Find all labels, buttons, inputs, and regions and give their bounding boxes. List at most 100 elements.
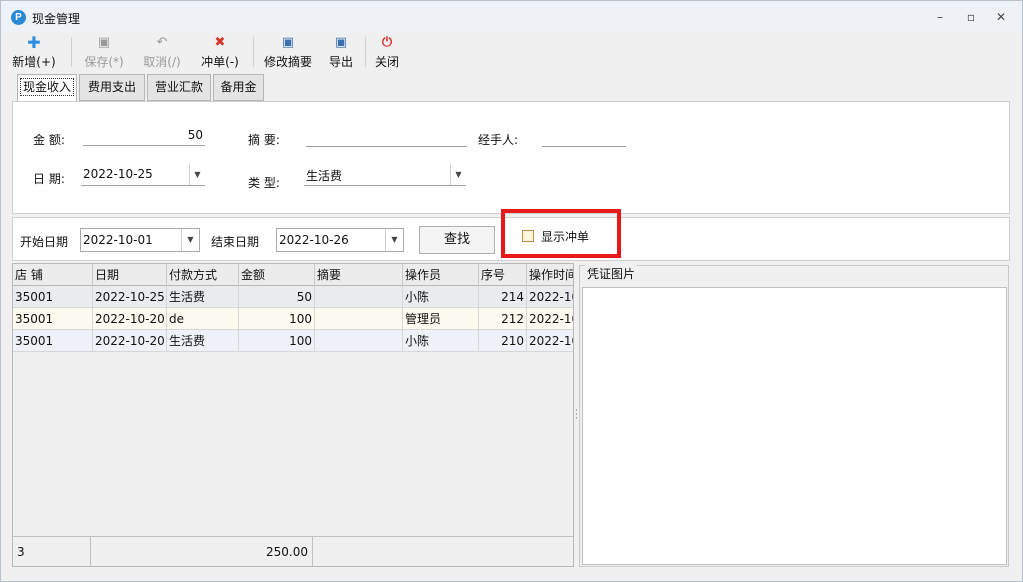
column-header-summary[interactable]: 摘要 <box>315 264 403 286</box>
cell-op-time: 2022-10 <box>527 308 573 330</box>
tab-remittance[interactable]: 营业汇款 <box>147 74 211 101</box>
highlight-box: 显示冲单 <box>501 209 621 258</box>
end-date-value: 2022-10-26 <box>279 233 349 247</box>
amount-field[interactable]: 50 <box>83 128 205 146</box>
voucher-image-area[interactable] <box>582 287 1007 565</box>
tab-label: 营业汇款 <box>154 80 203 94</box>
type-label: 类 型: <box>248 176 280 190</box>
title-bar: P 现金管理 – ▫ ✕ <box>1 1 1022 33</box>
summary-field[interactable] <box>306 129 467 147</box>
end-date-label: 结束日期 <box>211 235 260 249</box>
grip-icon: · · · <box>575 406 578 424</box>
toolbar-separator <box>365 37 366 67</box>
column-header-shop[interactable]: 店 铺 <box>13 264 93 286</box>
type-value: 生活费 <box>306 169 343 183</box>
tab-cash-income[interactable]: 现金收入 <box>17 74 77 102</box>
tab-label: 现金收入 <box>19 78 74 96</box>
floppy-disk-icon: ▣ <box>281 35 295 50</box>
filter-bar: 开始日期 2022-10-01 ▼ 结束日期 2022-10-26 ▼ 查找 显… <box>12 209 1010 261</box>
chevron-down-icon[interactable]: ▼ <box>450 164 466 185</box>
cell-shop: 35001 <box>13 308 93 330</box>
cell-operator: 小陈 <box>403 286 479 308</box>
close-window-button[interactable]: ✕ <box>992 9 1010 25</box>
search-button[interactable]: 查找 <box>419 226 495 254</box>
table-row[interactable]: 35001 2022-10-20 生活费 100 小陈 210 2022-10 <box>13 330 573 352</box>
tab-label: 备用金 <box>220 80 257 94</box>
undo-icon: ↶ <box>156 35 168 50</box>
export-button-label: 导出 <box>328 55 353 69</box>
date-value: 2022-10-25 <box>83 167 153 181</box>
cell-shop: 35001 <box>13 330 93 352</box>
save-button[interactable]: ▣ 保存(*) <box>79 35 129 69</box>
start-date-label: 开始日期 <box>20 235 69 249</box>
cancel-button-label: 取消(/) <box>143 55 181 69</box>
table-footer: 3 250.00 <box>13 536 573 566</box>
show-reversal-label[interactable]: 显示冲单 <box>541 228 589 245</box>
column-header-operator[interactable]: 操作员 <box>403 264 479 286</box>
footer-amount-total: 250.00 <box>91 537 313 566</box>
reverse-entry-button-label: 冲单(-) <box>201 55 239 69</box>
chevron-down-icon[interactable]: ▼ <box>189 164 205 185</box>
table-row[interactable]: 35001 2022-10-25 生活费 50 小陈 214 2022-10 <box>13 286 573 308</box>
cell-seq: 212 <box>479 308 527 330</box>
restore-button[interactable]: ▫ <box>962 9 980 25</box>
minimize-button[interactable]: – <box>931 9 949 25</box>
column-header-date[interactable]: 日期 <box>93 264 167 286</box>
save-button-label: 保存(*) <box>84 55 124 69</box>
cell-shop: 35001 <box>13 286 93 308</box>
cell-seq: 214 <box>479 286 527 308</box>
chevron-down-icon[interactable]: ▼ <box>181 229 199 251</box>
floppy-disk-icon: ▣ <box>97 35 111 50</box>
export-button[interactable]: ▣ 导出 <box>325 35 357 69</box>
cell-op-time: 2022-10 <box>527 330 573 352</box>
cell-amount: 100 <box>239 308 315 330</box>
edit-summary-button[interactable]: ▣ 修改摘要 <box>261 35 315 69</box>
plus-icon: ✚ <box>27 33 41 52</box>
close-button[interactable]: ⏻ 关闭 <box>371 35 403 69</box>
summary-label: 摘 要: <box>248 133 280 147</box>
toolbar-separator <box>71 37 72 67</box>
column-header-payment[interactable]: 付款方式 <box>167 264 239 286</box>
cell-summary <box>315 286 403 308</box>
voucher-image-title: 凭证图片 <box>585 265 638 282</box>
reverse-entry-button[interactable]: ✖ 冲单(-) <box>195 35 245 69</box>
cell-date: 2022-10-20 <box>93 330 167 352</box>
cell-summary <box>315 308 403 330</box>
table-header: 店 铺 日期 付款方式 金额 摘要 操作员 序号 操作时间 <box>13 264 573 286</box>
cash-management-window: P 现金管理 – ▫ ✕ ✚ 新增(+) ▣ 保存(*) ↶ 取消(/) ✖ 冲… <box>0 0 1023 582</box>
chevron-down-icon[interactable]: ▼ <box>385 229 403 251</box>
column-header-seq[interactable]: 序号 <box>479 264 527 286</box>
red-x-icon: ✖ <box>214 35 226 50</box>
column-header-op-time[interactable]: 操作时间 <box>527 264 573 286</box>
cancel-button[interactable]: ↶ 取消(/) <box>137 35 187 69</box>
edit-summary-button-label: 修改摘要 <box>263 55 312 69</box>
handler-field[interactable] <box>542 129 626 147</box>
export-disk-icon: ▣ <box>334 35 348 50</box>
cell-amount: 100 <box>239 330 315 352</box>
date-label: 日 期: <box>33 172 65 186</box>
cell-date: 2022-10-20 <box>93 308 167 330</box>
power-icon: ⏻ <box>381 35 393 50</box>
end-date-picker[interactable]: 2022-10-26 ▼ <box>276 228 404 252</box>
cell-payment: 生活费 <box>167 330 239 352</box>
start-date-picker[interactable]: 2022-10-01 ▼ <box>80 228 200 252</box>
show-reversal-checkbox[interactable] <box>522 230 534 242</box>
tab-expense[interactable]: 费用支出 <box>79 74 145 101</box>
date-picker[interactable]: 2022-10-25 ▼ <box>81 164 205 186</box>
table-row[interactable]: 35001 2022-10-20 de 100 管理员 212 2022-10 <box>13 308 573 330</box>
tab-petty-cash[interactable]: 备用金 <box>213 74 264 101</box>
new-button-label: 新增(+) <box>12 55 56 69</box>
type-dropdown[interactable]: 生活费 ▼ <box>304 164 466 186</box>
cell-summary <box>315 330 403 352</box>
cell-payment: 生活费 <box>167 286 239 308</box>
app-logo-icon: P <box>11 10 26 25</box>
cell-seq: 210 <box>479 330 527 352</box>
footer-row-count: 3 <box>13 537 91 566</box>
tab-label: 费用支出 <box>87 80 136 94</box>
cell-operator: 管理员 <box>403 308 479 330</box>
cell-op-time: 2022-10 <box>527 286 573 308</box>
window-title: 现金管理 <box>32 12 81 26</box>
column-header-amount[interactable]: 金额 <box>239 264 315 286</box>
new-button[interactable]: ✚ 新增(+) <box>7 33 61 70</box>
amount-value: 50 <box>187 128 203 142</box>
